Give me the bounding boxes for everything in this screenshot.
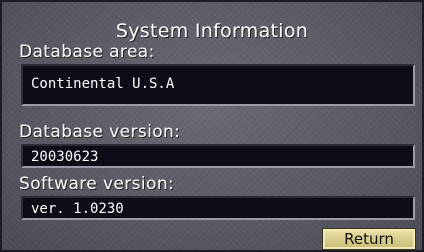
database-area-label: Database area: — [19, 42, 155, 62]
database-version-label: Database version: — [19, 122, 181, 142]
page-title: System Information — [115, 20, 309, 42]
return-button[interactable]: Return — [322, 228, 416, 250]
database-version-value: 20030623 — [21, 144, 415, 168]
software-version-value: ver. 1.0230 — [21, 196, 415, 220]
database-area-value: Continental U.S.A — [21, 64, 415, 106]
software-version-label: Software version: — [19, 174, 175, 194]
system-information-screen: System Information Database area: Contin… — [0, 0, 424, 252]
